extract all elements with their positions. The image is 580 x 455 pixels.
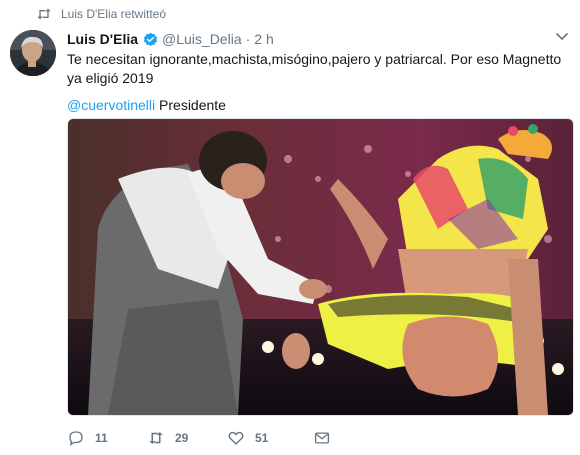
avatar-image bbox=[10, 30, 56, 76]
direct-message-button[interactable] bbox=[313, 428, 331, 448]
envelope-icon bbox=[314, 432, 330, 444]
retweet-count: 29 bbox=[175, 431, 189, 445]
retweet-context[interactable]: Luis D'Elia retwitteó bbox=[36, 7, 166, 21]
tweet-header: Luis D'Elia @Luis_Delia · 2 h bbox=[67, 30, 568, 48]
mention-suffix: Presidente bbox=[155, 97, 226, 113]
chevron-down-icon[interactable] bbox=[556, 32, 568, 42]
like-count: 51 bbox=[255, 431, 269, 445]
reply-icon bbox=[69, 431, 83, 446]
like-button[interactable]: 51 bbox=[227, 428, 313, 448]
retweet-button[interactable]: 29 bbox=[147, 428, 227, 448]
tweet-text: Te necesitan ignorante,machista,misógino… bbox=[67, 51, 562, 86]
reply-button[interactable]: 11 bbox=[67, 428, 147, 448]
tweet-timestamp[interactable]: 2 h bbox=[254, 31, 273, 47]
retweet-context-label: Luis D'Elia retwitteó bbox=[61, 7, 166, 21]
retweet-icon bbox=[149, 432, 163, 444]
tweet-media-photo[interactable] bbox=[67, 118, 574, 416]
separator-dot: · bbox=[245, 31, 251, 47]
heart-icon bbox=[228, 431, 244, 445]
tweet-actions: 11 29 51 bbox=[67, 428, 331, 448]
verified-badge-icon bbox=[143, 32, 158, 46]
tweet-body: Te necesitan ignorante,machista,misógino… bbox=[67, 50, 572, 115]
tweet-mention-line: @cuervotinelli Presidente bbox=[67, 96, 572, 115]
author-name[interactable]: Luis D'Elia bbox=[67, 31, 138, 47]
author-avatar[interactable] bbox=[10, 30, 56, 76]
photo-image bbox=[68, 119, 573, 415]
mention-link[interactable]: @cuervotinelli bbox=[67, 97, 155, 113]
reply-count: 11 bbox=[95, 431, 108, 445]
author-handle[interactable]: @Luis_Delia bbox=[162, 31, 242, 47]
retweet-icon bbox=[37, 8, 51, 20]
